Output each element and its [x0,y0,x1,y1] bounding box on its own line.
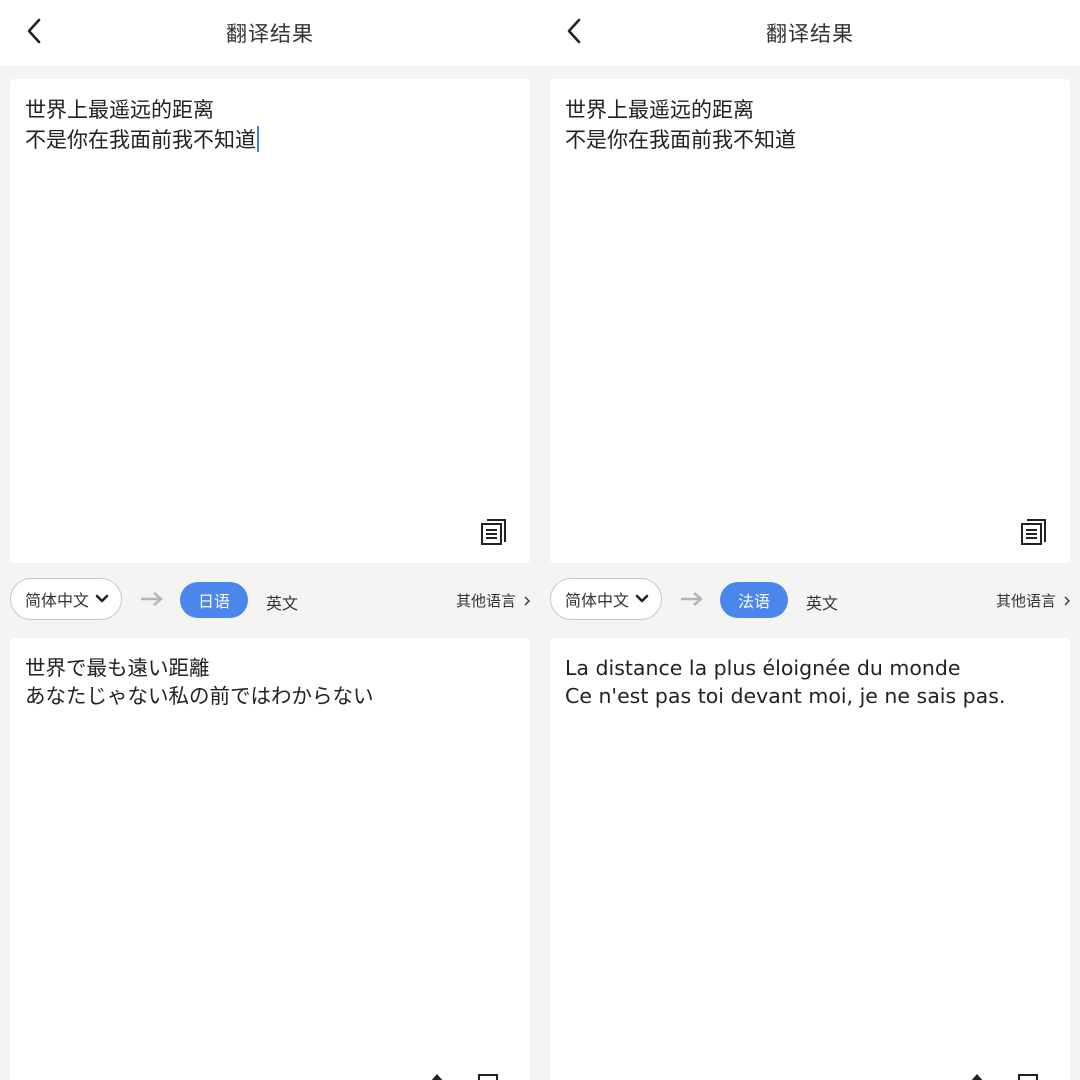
translation-line: Ce n'est pas toi devant moi, je ne sais … [565,684,1006,708]
chevron-down-icon [635,594,649,603]
source-language-select[interactable]: 简体中文 [10,578,122,620]
header: 翻译结果 [540,0,1080,66]
target-language-english[interactable]: 英文 [266,590,298,614]
chevron-right-icon [1064,596,1070,605]
translation-panel-japanese: 翻译结果 世界上最遥远的距离 不是你在我面前我不知道 简体中文 日语 英文 其他… [0,0,540,1080]
translation-line: 世界で最も遠い距離 [25,656,210,680]
language-bar: 简体中文 法语 英文 其他语言 [540,578,1080,624]
translation-line: あなたじゃない私の前ではわからない [25,684,374,708]
copy-icon[interactable] [1018,515,1050,547]
source-text-input[interactable]: 世界上最遥远的距离 不是你在我面前我不知道 [25,95,515,155]
translation-text: 世界で最も遠い距離 あなたじゃない私の前ではわからない [25,654,515,710]
translation-text: La distance la plus éloignée du monde Ce… [565,654,1055,710]
source-line: 世界上最遥远的距离 [565,98,754,122]
translation-result-card: La distance la plus éloignée du monde Ce… [550,638,1070,1080]
arrow-right-icon [681,592,703,606]
other-languages-link[interactable]: 其他语言 [996,590,1070,611]
copy-icon[interactable] [478,1074,498,1080]
play-icon[interactable] [430,1074,444,1080]
source-line: 不是你在我面前我不知道 [565,128,796,152]
source-text-card[interactable]: 世界上最遥远的距离 不是你在我面前我不知道 [550,79,1070,563]
source-language-select[interactable]: 简体中文 [550,578,662,620]
play-icon[interactable] [970,1074,984,1080]
translation-result-card: 世界で最も遠い距離 あなたじゃない私の前ではわからない [10,638,530,1080]
copy-icon[interactable] [1018,1074,1038,1080]
target-language-japanese[interactable]: 日语 [180,582,248,618]
text-cursor [257,126,259,152]
other-languages-link[interactable]: 其他语言 [456,590,530,611]
page-title: 翻译结果 [766,22,854,46]
source-language-label: 简体中文 [25,591,90,610]
other-languages-label: 其他语言 [995,592,1056,610]
source-language-label: 简体中文 [565,591,630,610]
chevron-right-icon [524,596,530,605]
page-title: 翻译结果 [226,22,314,46]
source-text-input[interactable]: 世界上最遥远的距离 不是你在我面前我不知道 [565,95,1055,155]
language-bar: 简体中文 日语 英文 其他语言 [0,578,540,624]
source-line: 不是你在我面前我不知道 [25,128,256,152]
target-language-english[interactable]: 英文 [806,590,838,614]
chevron-down-icon [95,594,109,603]
translation-panel-french: 翻译结果 世界上最遥远的距离 不是你在我面前我不知道 简体中文 法语 英文 其他… [540,0,1080,1080]
arrow-right-icon [141,592,163,606]
copy-icon[interactable] [478,515,510,547]
result-actions [430,1070,530,1080]
source-line: 世界上最遥远的距离 [25,98,214,122]
other-languages-label: 其他语言 [455,592,516,610]
header: 翻译结果 [0,0,540,66]
source-text-card[interactable]: 世界上最遥远的距离 不是你在我面前我不知道 [10,79,530,563]
translation-line: La distance la plus éloignée du monde [565,656,961,680]
result-actions [970,1070,1070,1080]
target-language-french[interactable]: 法语 [720,582,788,618]
